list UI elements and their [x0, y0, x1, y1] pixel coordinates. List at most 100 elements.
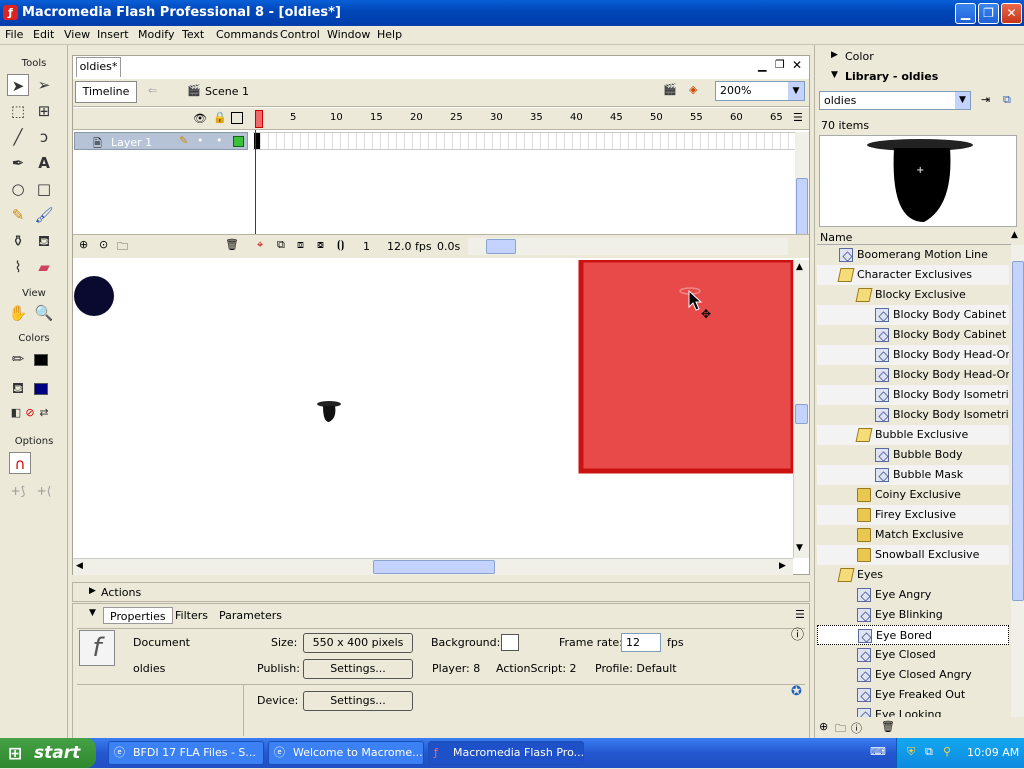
hand-tool-icon[interactable]: ✋	[7, 302, 29, 324]
selection-tool-icon[interactable]: ➤	[7, 74, 29, 96]
back-arrow-icon[interactable]: ⇐	[148, 84, 157, 97]
timeline-menu-icon[interactable]: ☰	[793, 111, 803, 124]
onion-skin-icon[interactable]: ⧉	[277, 238, 285, 252]
layer-name[interactable]: Layer 1	[111, 136, 152, 149]
device-settings-button[interactable]: Settings...	[303, 691, 413, 711]
search-icon[interactable]: ⚲	[943, 745, 951, 758]
new-library-icon[interactable]: ⧉	[1003, 93, 1011, 107]
insert-layer-icon[interactable]: ⊕	[79, 238, 88, 251]
onion-markers-icon[interactable]: ⦗⦘	[337, 238, 344, 252]
library-item[interactable]: Firey Exclusive	[817, 505, 1009, 525]
snap-to-objects-icon[interactable]: ∩	[9, 452, 31, 474]
library-item[interactable]: Eye Looking	[817, 705, 1009, 717]
properties-icon[interactable]: ⓘ	[851, 720, 862, 736]
menu-edit[interactable]: Edit	[33, 28, 54, 41]
layer-row[interactable]: 🗎 Layer 1 ✎ • •	[74, 132, 248, 150]
zoom-select[interactable]: 200% ▼	[715, 81, 805, 101]
pin-icon[interactable]: ⇥	[981, 93, 990, 106]
doc-restore-icon[interactable]: ❐	[775, 58, 785, 71]
library-item[interactable]: Character Exclusives	[817, 265, 1009, 285]
library-column-header[interactable]: Name	[817, 230, 1011, 245]
task-button-ie-welcome[interactable]: ⓔ Welcome to Macrome...	[268, 741, 424, 765]
timeline-vscroll[interactable]	[795, 132, 809, 238]
library-item[interactable]: Blocky Body Head-On	[817, 345, 1009, 365]
library-item[interactable]: Blocky Body Cabinet Ma	[817, 325, 1009, 345]
sort-icon[interactable]: ▲	[1011, 230, 1018, 240]
library-item[interactable]: Bubble Body	[817, 445, 1009, 465]
brush-tool-icon[interactable]: 🖌	[33, 204, 55, 226]
delete-layer-icon[interactable]: 🗑	[225, 238, 239, 251]
library-item[interactable]: Coiny Exclusive	[817, 485, 1009, 505]
library-item[interactable]: Boomerang Motion Line	[817, 245, 1009, 265]
lasso-tool-icon[interactable]: ↄ	[33, 126, 55, 148]
scroll-left-icon[interactable]: ◀	[76, 561, 83, 571]
edit-symbols-icon[interactable]: ◈	[689, 83, 697, 96]
delete-icon[interactable]: 🗑	[881, 720, 895, 733]
scroll-up-icon[interactable]: ▲	[796, 262, 803, 272]
eyedropper-tool-icon[interactable]: ⌇	[7, 256, 29, 278]
scroll-thumb[interactable]	[796, 178, 808, 238]
library-vscroll[interactable]	[1011, 245, 1024, 717]
document-tab[interactable]: oldies*	[76, 57, 121, 77]
library-item[interactable]: Eye Closed Angry	[817, 665, 1009, 685]
close-button[interactable]: ✕	[1001, 3, 1022, 24]
help-icon[interactable]: ⓘ	[791, 624, 804, 643]
task-button-ie-files[interactable]: ⓔ BFDI 17 FLA Files - S...	[108, 741, 264, 765]
stage-vscroll[interactable]: ▲ ▼	[793, 260, 809, 558]
accessibility-icon[interactable]: ✪	[791, 684, 802, 699]
free-transform-tool-icon[interactable]: ⬚	[7, 100, 29, 122]
center-frame-icon[interactable]: ⌖	[257, 238, 263, 252]
library-item[interactable]: Bubble Exclusive	[817, 425, 1009, 445]
actions-panel-header[interactable]: ▶ Actions	[72, 582, 810, 602]
menu-window[interactable]: Window	[327, 28, 370, 41]
ink-bottle-tool-icon[interactable]: ⚱	[7, 230, 29, 252]
edit-multiple-icon[interactable]: ⧇	[317, 238, 324, 252]
tab-parameters[interactable]: Parameters	[213, 607, 288, 624]
scene-label[interactable]: Scene 1	[205, 85, 249, 98]
library-item[interactable]: Eye Blinking	[817, 605, 1009, 625]
library-item[interactable]: Eyes	[817, 565, 1009, 585]
swap-colors-icon[interactable]: ⇄	[33, 402, 55, 424]
stage[interactable]: ✥	[73, 260, 793, 558]
library-document-select[interactable]: oldies ▼	[819, 91, 971, 110]
frame-ruler[interactable]: 15101520253035404550556065	[253, 108, 793, 130]
insert-folder-icon[interactable]: 🗀	[117, 238, 128, 257]
eye-icon[interactable]: 👁	[193, 112, 207, 125]
scroll-thumb[interactable]	[486, 239, 516, 254]
stage-canvas[interactable]: ✥	[73, 260, 793, 558]
lock-dot-icon[interactable]: •	[216, 134, 223, 147]
scroll-thumb[interactable]	[795, 404, 808, 424]
pen-tool-icon[interactable]: ✒	[7, 152, 29, 174]
library-item[interactable]: Blocky Body Cabinet	[817, 305, 1009, 325]
eraser-tool-icon[interactable]: ▰	[33, 256, 55, 278]
library-panel-header[interactable]: ▼ Library - oldies	[817, 67, 1023, 85]
visible-dot-icon[interactable]: •	[197, 134, 204, 147]
library-item[interactable]: Blocky Body Isometric	[817, 385, 1009, 405]
pencil-tool-icon[interactable]: ✎	[7, 204, 29, 226]
stage-hscroll[interactable]: ◀ ▶	[73, 558, 793, 575]
framerate-input[interactable]: 12	[621, 633, 661, 652]
library-item[interactable]: Eye Angry	[817, 585, 1009, 605]
language-icon[interactable]: ⌨	[870, 745, 886, 758]
outline-color-icon[interactable]	[233, 136, 244, 147]
library-item[interactable]: Match Exclusive	[817, 525, 1009, 545]
color-panel-header[interactable]: ▶ Color	[817, 47, 1023, 65]
library-item[interactable]: Bubble Mask	[817, 465, 1009, 485]
network-icon[interactable]: ⧉	[925, 745, 933, 759]
scroll-down-icon[interactable]: ▼	[796, 543, 803, 553]
frame-grid[interactable]	[253, 132, 795, 150]
scroll-thumb[interactable]	[373, 560, 495, 574]
publish-settings-button[interactable]: Settings...	[303, 659, 413, 679]
menu-file[interactable]: File	[5, 28, 23, 41]
library-item[interactable]: Eye Freaked Out	[817, 685, 1009, 705]
library-item[interactable]: Blocky Body Isometric M	[817, 405, 1009, 425]
lock-icon[interactable]: 🔒	[213, 111, 227, 124]
restore-button[interactable]: ❐	[978, 3, 999, 24]
menu-view[interactable]: View	[64, 28, 90, 41]
menu-modify[interactable]: Modify	[138, 28, 174, 41]
new-symbol-icon[interactable]: ⊕	[819, 720, 828, 733]
library-item[interactable]: Blocky Exclusive	[817, 285, 1009, 305]
library-item[interactable]: Eye Closed	[817, 645, 1009, 665]
menu-commands[interactable]: Commands	[216, 28, 278, 41]
text-tool-icon[interactable]: A	[33, 152, 55, 174]
